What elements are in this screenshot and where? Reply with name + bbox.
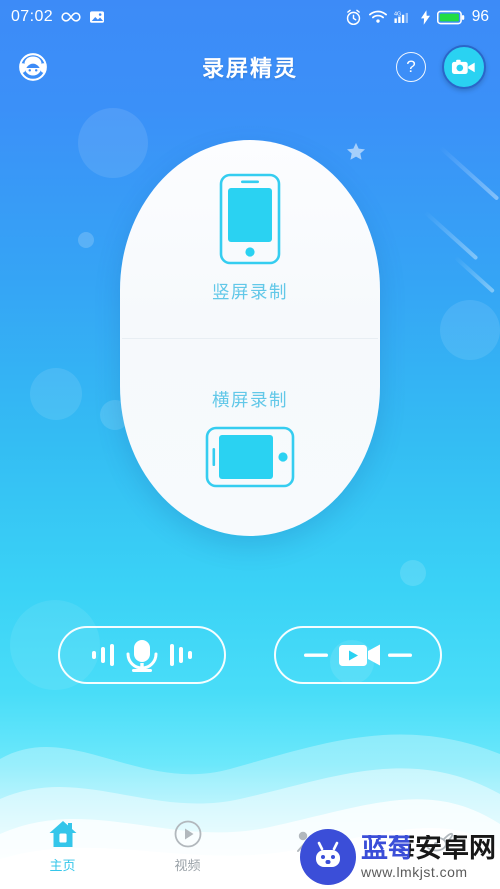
android-robot-icon [300,829,356,885]
bubble-decoration [440,300,500,360]
alarm-icon [345,9,362,26]
site-watermark: 蓝莓安卓网 www.lmkjst.com [300,829,496,885]
shooting-star-decoration [423,210,479,261]
bubble-decoration [400,560,426,586]
video-camera-icon [296,637,420,673]
app-screen: 07:02 4G 96 录屏精灵 ? 竖屏录制 横屏录制 主页 视频 蓝莓安卓网… [0,0,500,889]
app-header: 录屏精灵 ? [0,34,500,100]
video-record-button[interactable] [274,626,442,684]
quick-action-row [0,626,500,684]
nav-label-home: 主页 [49,857,76,873]
microphone-icon [82,636,202,674]
status-bar: 07:02 4G 96 [0,0,500,34]
shooting-star-decoration [453,255,495,294]
watermark-url: www.lmkjst.com [361,864,468,880]
signal-4g-icon: 4G [394,10,414,25]
bubble-decoration [30,368,82,420]
shooting-star-decoration [438,145,500,201]
infinity-icon [61,10,81,24]
battery-icon [436,10,465,25]
recording-mode-card: 竖屏录制 横屏录制 [120,140,380,536]
status-time: 07:02 [11,8,54,25]
record-button[interactable] [442,45,486,89]
wifi-icon [368,10,387,24]
headset-face-icon[interactable] [14,48,52,86]
battery-percent: 96 [471,8,489,25]
watermark-name: 蓝莓安卓网 [361,833,496,863]
video-camera-icon [451,57,477,77]
image-icon [89,10,105,24]
status-bar-right: 4G 96 [345,8,489,26]
landscape-record-option[interactable]: 横屏录制 [120,339,380,537]
landscape-record-label: 横屏录制 [212,389,288,410]
header-actions: ? [396,45,486,89]
nav-label-video: 视频 [174,857,201,873]
portrait-record-label: 竖屏录制 [212,282,288,303]
nav-item-home[interactable]: 主页 [0,803,125,889]
status-bar-left: 07:02 [11,8,105,26]
bubble-decoration [78,232,94,248]
play-circle-icon [173,819,203,849]
portrait-record-option[interactable]: 竖屏录制 [120,140,380,338]
watermark-text: 蓝莓安卓网 www.lmkjst.com [361,833,496,880]
phone-portrait-icon [219,173,281,265]
help-icon[interactable]: ? [396,52,426,82]
home-icon [47,819,79,849]
nav-item-video[interactable]: 视频 [125,803,250,889]
audio-record-button[interactable] [58,626,226,684]
phone-landscape-icon [205,426,295,488]
charging-bolt-icon [420,9,430,25]
